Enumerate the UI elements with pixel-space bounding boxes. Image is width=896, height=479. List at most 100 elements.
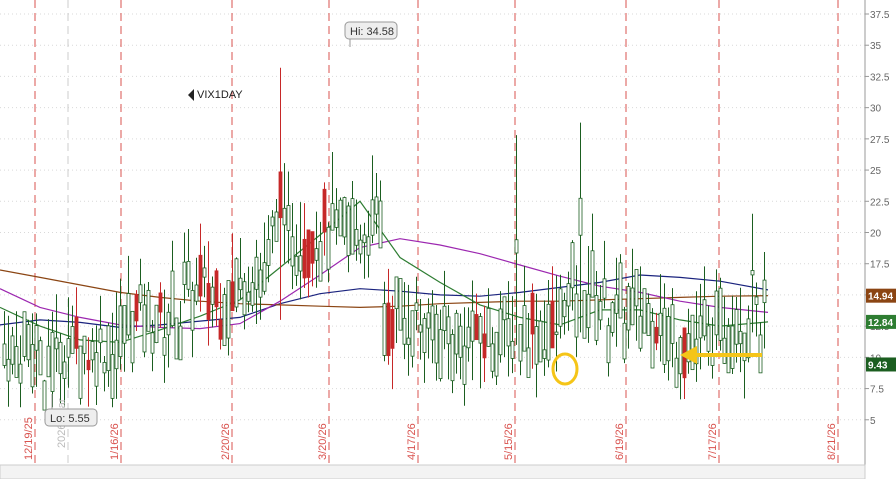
candle-body[interactable] <box>10 335 15 365</box>
candle-body[interactable] <box>106 325 111 372</box>
candle-body[interactable] <box>206 283 211 320</box>
candle-body[interactable] <box>594 295 599 341</box>
candle-body[interactable] <box>482 333 487 359</box>
candle-body[interactable] <box>558 288 563 327</box>
candle-body[interactable] <box>702 299 707 337</box>
candle-body[interactable] <box>198 254 203 297</box>
candle-body[interactable] <box>406 337 411 345</box>
candle-body[interactable] <box>234 258 239 308</box>
candle-body[interactable] <box>166 311 171 336</box>
candle-body[interactable] <box>262 262 267 292</box>
candle-body[interactable] <box>114 339 119 370</box>
candle-body[interactable] <box>246 291 251 302</box>
candle-body[interactable] <box>478 316 483 344</box>
candle-body[interactable] <box>450 334 455 382</box>
candle-body[interactable] <box>430 305 435 341</box>
candle-body[interactable] <box>6 358 11 382</box>
candle-body[interactable] <box>662 307 667 365</box>
candle-body[interactable] <box>202 267 207 278</box>
candle-body[interactable] <box>462 345 467 385</box>
candle-body[interactable] <box>726 326 731 374</box>
candle-body[interactable] <box>210 286 215 305</box>
candle-body[interactable] <box>418 324 423 333</box>
candle-body[interactable] <box>566 283 571 307</box>
candle-body[interactable] <box>394 276 399 310</box>
candle-body[interactable] <box>2 343 7 366</box>
candle-body[interactable] <box>342 197 347 238</box>
candle-body[interactable] <box>334 209 339 228</box>
candle-body[interactable] <box>38 340 43 376</box>
candle-body[interactable] <box>350 198 355 255</box>
candle-body[interactable] <box>654 326 659 344</box>
candle-body[interactable] <box>322 188 327 233</box>
candle-body[interactable] <box>62 361 67 379</box>
candle-body[interactable] <box>146 289 151 332</box>
candle-body[interactable] <box>706 325 711 352</box>
candle-body[interactable] <box>506 318 511 347</box>
candle-body[interactable] <box>426 312 431 329</box>
candle-body[interactable] <box>174 317 179 360</box>
candle-body[interactable] <box>178 325 183 361</box>
candle-body[interactable] <box>286 205 291 231</box>
candle-body[interactable] <box>538 320 543 363</box>
candle-body[interactable] <box>134 294 139 322</box>
candle-body[interactable] <box>358 239 363 255</box>
candle-body[interactable] <box>586 293 591 329</box>
candle-body[interactable] <box>414 302 419 311</box>
vix1day-chart[interactable]: 57.51012.51517.52022.52527.53032.53537.5… <box>0 0 896 479</box>
candle-body[interactable] <box>398 278 403 331</box>
candle-body[interactable] <box>390 308 395 349</box>
candle-body[interactable] <box>590 250 595 298</box>
candle-body[interactable] <box>338 199 343 237</box>
candle-body[interactable] <box>614 294 619 314</box>
candle-body[interactable] <box>270 216 275 227</box>
candle-body[interactable] <box>126 293 131 336</box>
candle-body[interactable] <box>130 310 135 364</box>
candle-body[interactable] <box>170 270 175 327</box>
candle-body[interactable] <box>194 284 199 302</box>
candle-body[interactable] <box>362 234 367 244</box>
candle-body[interactable] <box>366 236 371 256</box>
candle-body[interactable] <box>222 294 227 346</box>
candle-body[interactable] <box>74 316 79 349</box>
candle-body[interactable] <box>454 312 459 355</box>
candle-body[interactable] <box>66 338 71 358</box>
candle-body[interactable] <box>254 256 259 290</box>
candle-body[interactable] <box>578 197 583 236</box>
candle-body[interactable] <box>54 337 59 350</box>
candle-body[interactable] <box>570 242 575 289</box>
candle-body[interactable] <box>422 318 427 353</box>
candle-body[interactable] <box>754 296 759 305</box>
candle-body[interactable] <box>354 228 359 246</box>
candle-body[interactable] <box>98 328 103 344</box>
candle-body[interactable] <box>138 284 143 304</box>
candle-body[interactable] <box>534 326 539 365</box>
candle-body[interactable] <box>318 241 323 282</box>
candle-body[interactable] <box>550 300 555 349</box>
candle-body[interactable] <box>374 196 379 215</box>
candle-body[interactable] <box>386 302 391 357</box>
candle-body[interactable] <box>30 344 35 388</box>
candle-body[interactable] <box>290 236 295 267</box>
candle-body[interactable] <box>94 352 99 387</box>
candle-body[interactable] <box>714 290 719 336</box>
candle-body[interactable] <box>162 337 167 356</box>
candle-body[interactable] <box>522 305 527 352</box>
candle-body[interactable] <box>438 329 443 379</box>
time-scrollbar[interactable] <box>0 464 866 479</box>
candle-body[interactable] <box>642 288 647 334</box>
candle-body[interactable] <box>646 303 651 336</box>
candle-body[interactable] <box>446 316 451 345</box>
candle-body[interactable] <box>442 305 447 331</box>
candle-body[interactable] <box>698 315 703 339</box>
candle-body[interactable] <box>618 262 623 319</box>
candle-body[interactable] <box>18 363 23 384</box>
candle-body[interactable] <box>226 280 231 339</box>
candle-body[interactable] <box>622 322 627 360</box>
candle-body[interactable] <box>118 305 123 357</box>
candle-body[interactable] <box>258 269 263 298</box>
candle-body[interactable] <box>494 331 499 377</box>
candle-body[interactable] <box>102 362 107 374</box>
candle-body[interactable] <box>574 293 579 338</box>
candle-body[interactable] <box>282 207 287 226</box>
